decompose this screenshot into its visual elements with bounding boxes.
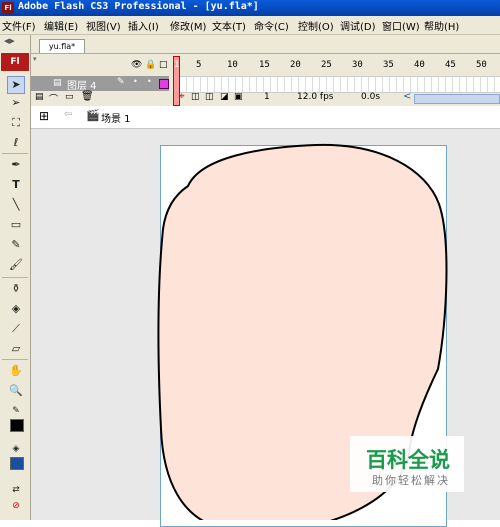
line-tool-icon[interactable]: ╲ — [8, 197, 24, 213]
onion-skin-icon[interactable]: ◫ — [191, 92, 200, 102]
menu-modify[interactable]: 修改(M) — [170, 18, 206, 33]
lock-dot-icon[interactable]: • — [147, 77, 152, 86]
frame-number: 25 — [321, 60, 332, 70]
eraser-tool-icon[interactable]: ▱ — [8, 341, 24, 357]
timeline-toggle-icon[interactable]: ⊞ — [39, 109, 49, 123]
menu-text[interactable]: 文本(T) — [212, 18, 246, 33]
paint-bucket-tool-icon[interactable]: ◈ — [8, 301, 24, 317]
menu-bar: 文件(F) 编辑(E) 视图(V) 插入(I) 修改(M) 文本(T) 命令(C… — [0, 16, 500, 35]
rectangle-tool-icon[interactable]: ▭ — [8, 217, 24, 233]
visibility-dot-icon[interactable]: • — [133, 77, 138, 86]
pencil-icon: ✎ — [117, 77, 125, 87]
watermark: 百科全说 助你轻松解决 — [350, 436, 464, 492]
back-arrow-icon[interactable]: ⇦ — [64, 109, 72, 120]
menu-control[interactable]: 控制(O) — [298, 18, 334, 33]
menu-debug[interactable]: 调试(D) — [340, 18, 376, 33]
frame-number: 15 — [259, 60, 270, 70]
frame-number: 50 — [476, 60, 487, 70]
timeline-panel: ▾ 👁 🔒 □ 1 5 10 15 20 25 30 35 40 45 50 ▤… — [31, 53, 500, 107]
document-tab[interactable]: yu.fla* — [39, 39, 85, 54]
edit-bar: ⊞ ⇦ 🎬 场景 1 — [31, 106, 500, 129]
toolbox-grip-icon[interactable]: ◀▶ — [4, 37, 15, 45]
frame-rate: 12.0 fps — [297, 92, 334, 102]
subselection-tool-icon[interactable]: ➢ — [8, 95, 24, 111]
frame-number: 45 — [445, 60, 456, 70]
frame-number: 10 — [227, 60, 238, 70]
stroke-color-swatch[interactable] — [10, 419, 24, 432]
hand-tool-icon[interactable]: ✋ — [8, 363, 24, 379]
timeline-collapse-icon[interactable]: ▾ — [33, 55, 37, 63]
frame-number: 35 — [383, 60, 394, 70]
layer-icon: ▤ — [53, 78, 62, 88]
insert-layer-folder-icon[interactable]: ▭ — [65, 92, 74, 102]
insert-layer-icon[interactable]: ▤ — [35, 92, 44, 102]
window-title: Adobe Flash CS3 Professional - [yu.fla*] — [18, 1, 259, 12]
title-bar: Fl Adobe Flash CS3 Professional - [yu.fl… — [0, 0, 500, 16]
current-frame: 1 — [264, 92, 270, 102]
frame-number: 20 — [290, 60, 301, 70]
layer-outline-color-icon[interactable] — [159, 79, 169, 89]
menu-view[interactable]: 视图(V) — [86, 18, 121, 33]
selection-tool-icon[interactable]: ➤ — [7, 76, 25, 94]
text-tool-icon[interactable]: T — [8, 177, 24, 193]
toolbox-divider — [2, 153, 28, 154]
flash-logo-icon: Fl — [1, 53, 29, 71]
watermark-subtitle: 助你轻松解决 — [372, 474, 450, 487]
fill-color-swatch[interactable] — [10, 457, 24, 470]
delete-layer-icon[interactable]: 🗑 — [81, 91, 94, 102]
toolbox: ◀▶ Fl ➤ ➢ ⛶ ℓ ✒ T ╲ ▭ ✎ 🖌 ⚱ ◈ ⟋ ▱ ✋ 🔍 ✎ … — [0, 35, 31, 520]
timeline-status-bar: ▤ ⌒ ▭ 🗑 ⌖ ◫ ◫ ◪ ▣ 1 12.0 fps 0.0s < — [31, 91, 500, 105]
layer-row[interactable]: ▤ 图层 4 ✎ • • — [31, 76, 169, 92]
onion-skin-outlines-icon[interactable]: ◫ — [205, 92, 214, 102]
timeline-scrollbar[interactable] — [414, 94, 500, 104]
scene-name: 场景 1 — [101, 114, 131, 125]
pen-tool-icon[interactable]: ✒ — [8, 157, 24, 173]
toolbox-divider — [2, 277, 28, 278]
lock-layers-icon[interactable]: 🔒 — [145, 60, 156, 70]
show-hide-layers-icon[interactable]: 👁 — [131, 60, 142, 70]
modify-onion-markers-icon[interactable]: ▣ — [234, 92, 243, 102]
menu-commands[interactable]: 命令(C) — [254, 18, 289, 33]
stroke-color-pencil-icon: ✎ — [12, 406, 20, 416]
edit-multiple-frames-icon[interactable]: ◪ — [220, 92, 229, 102]
ink-bottle-tool-icon[interactable]: ⚱ — [8, 281, 24, 297]
menu-window[interactable]: 窗口(W) — [382, 18, 420, 33]
toolbox-divider — [2, 359, 28, 360]
frame-number: 40 — [414, 60, 425, 70]
no-color-icon[interactable]: ⊘ — [8, 498, 24, 514]
app-logo-icon: Fl — [2, 2, 14, 14]
free-transform-tool-icon[interactable]: ⛶ — [8, 115, 24, 131]
frame-number: 5 — [196, 60, 202, 70]
fill-color-bucket-icon: ◈ — [12, 444, 20, 454]
watermark-title: 百科全说 — [366, 448, 450, 472]
scene-icon: 🎬 — [86, 109, 100, 122]
lasso-tool-icon[interactable]: ℓ — [8, 135, 24, 151]
menu-help[interactable]: 帮助(H) — [424, 18, 459, 33]
document-tab-bar: yu.fla* — [31, 35, 500, 54]
outline-layers-icon[interactable]: □ — [159, 60, 168, 70]
swap-colors-icon[interactable]: ⇄ — [8, 482, 24, 498]
layer-name: 图层 4 — [67, 81, 97, 92]
zoom-tool-icon[interactable]: 🔍 — [8, 383, 24, 399]
menu-insert[interactable]: 插入(I) — [128, 18, 159, 33]
eyedropper-tool-icon[interactable]: ⟋ — [8, 321, 24, 337]
frame-number: 30 — [352, 60, 363, 70]
menu-file[interactable]: 文件(F) — [2, 18, 36, 33]
elapsed-time: 0.0s — [361, 92, 381, 102]
center-frame-icon[interactable]: ⌖ — [179, 91, 185, 102]
menu-edit[interactable]: 编辑(E) — [44, 18, 78, 33]
pencil-tool-icon[interactable]: ✎ — [8, 237, 24, 253]
scroll-left-icon[interactable]: < — [403, 91, 411, 102]
brush-tool-icon[interactable]: 🖌 — [8, 257, 24, 273]
frame-number: 1 — [174, 60, 180, 70]
add-motion-guide-icon[interactable]: ⌒ — [49, 92, 58, 105]
